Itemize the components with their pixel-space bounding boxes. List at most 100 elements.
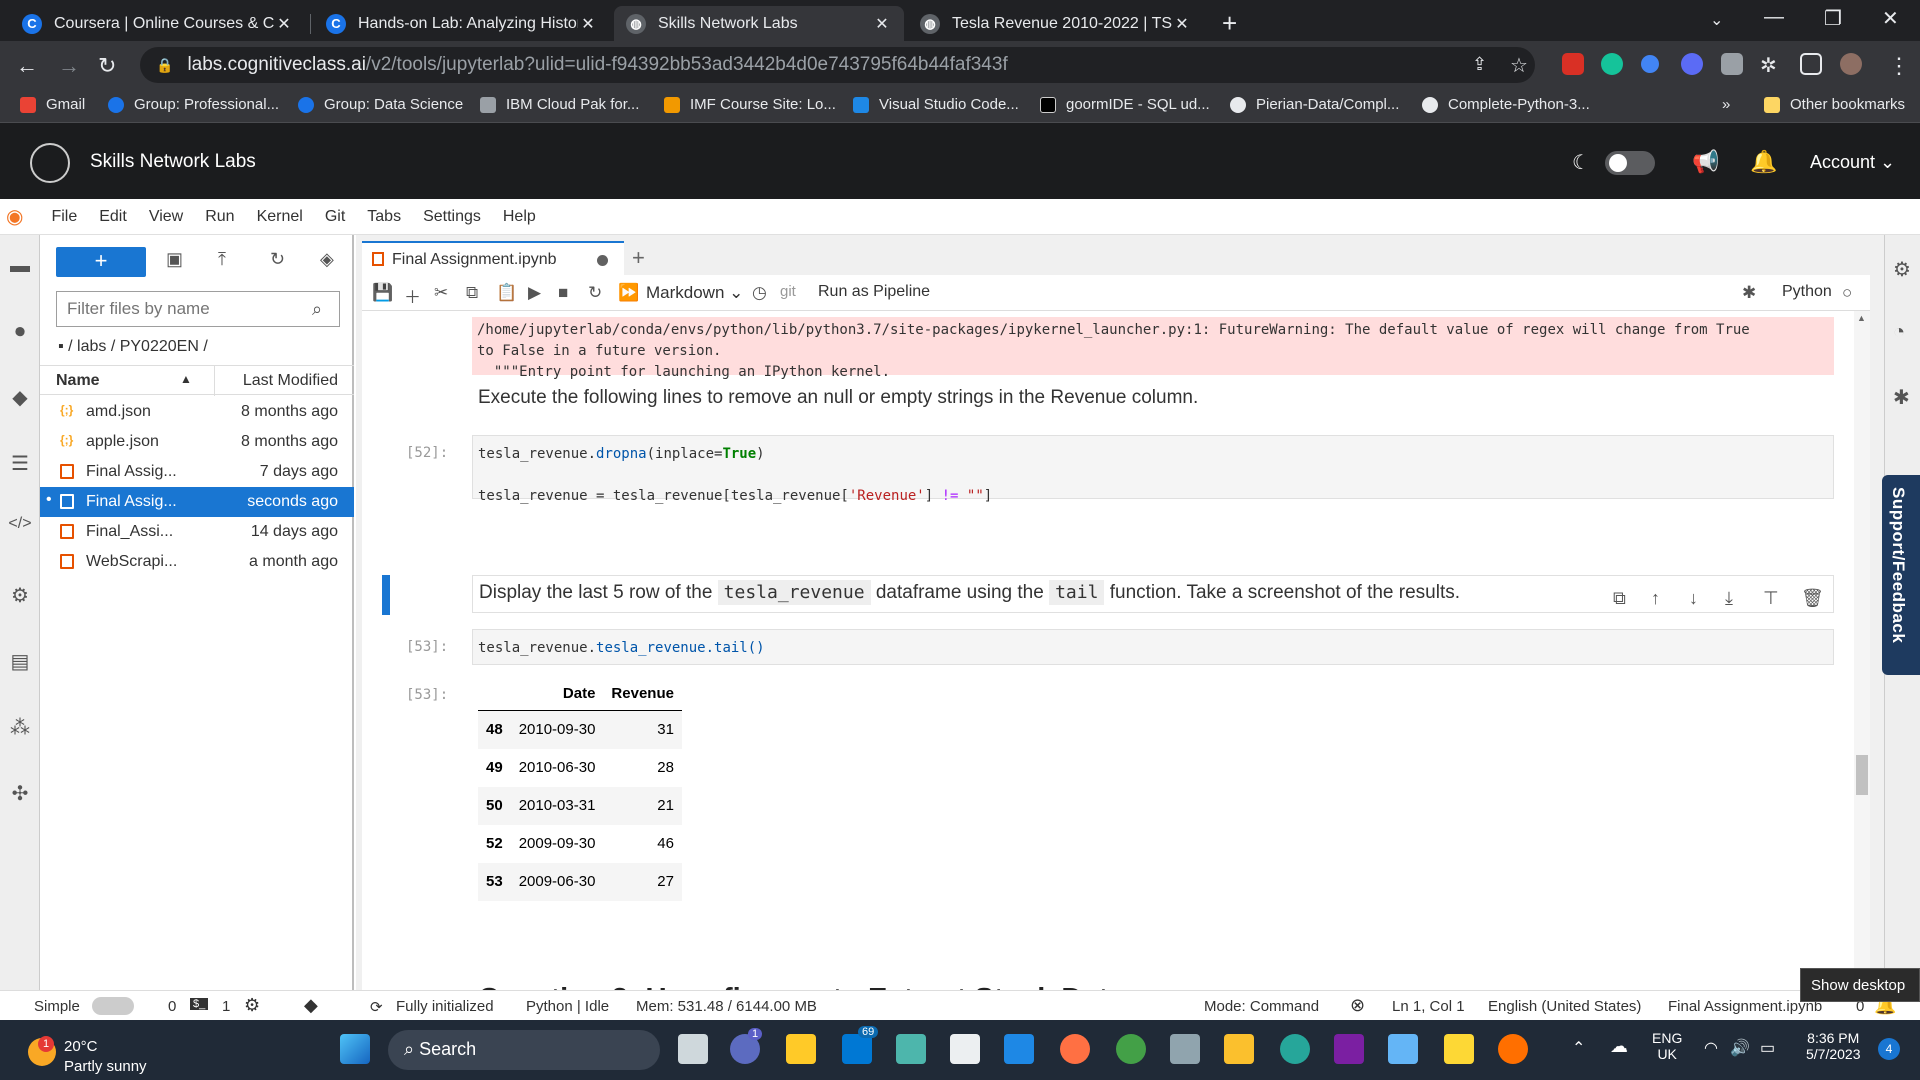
edge-icon[interactable] [1280, 1034, 1310, 1064]
close-icon[interactable]: ✕ [872, 14, 892, 34]
bell-icon[interactable]: 🔔 [1750, 149, 1777, 175]
profile-avatar[interactable] [1840, 53, 1862, 75]
more-bookmarks-button[interactable]: » [1722, 96, 1730, 113]
menu-file[interactable]: File [51, 208, 77, 226]
forward-icon[interactable]: → [58, 53, 80, 79]
paste-icon[interactable]: 📋 [496, 283, 517, 303]
app-icon[interactable] [1498, 1034, 1528, 1064]
browser-tab-hands-on-lab[interactable]: C Hands-on Lab: Analyzing Historic ✕ [314, 6, 610, 41]
minimize-button[interactable]: — [1764, 6, 1784, 29]
file-row[interactable]: Final Assig... 7 days ago [40, 457, 354, 487]
sticky-notes-icon[interactable] [1444, 1034, 1474, 1064]
menu-kernel[interactable]: Kernel [257, 208, 303, 226]
run-icon[interactable]: ▶ [528, 283, 541, 303]
file-row[interactable]: {;} amd.json 8 months ago [40, 397, 354, 427]
scroll-up-arrow-icon[interactable]: ▲ [1857, 313, 1866, 323]
extensions-puzzle-icon[interactable]: ✲ [1760, 53, 1777, 78]
insert-below-icon[interactable]: ⊤ [1763, 588, 1779, 609]
chevron-up-icon[interactable]: ⌃ [1572, 1038, 1585, 1058]
kernel-name[interactable]: Python [1782, 283, 1832, 301]
close-icon[interactable]: ✕ [1172, 14, 1192, 34]
copy-icon[interactable]: ⧉ [466, 283, 478, 303]
bookmark-gmail[interactable]: Gmail [20, 96, 85, 113]
name-column-header[interactable]: Name [56, 372, 100, 390]
refresh-icon[interactable]: ↻ [270, 249, 285, 270]
bookmark-imf[interactable]: IMF Course Site: Lo... [664, 96, 836, 113]
run-as-pipeline-button[interactable]: Run as Pipeline [818, 283, 930, 301]
bookmark-data-science[interactable]: Group: Data Science [298, 96, 463, 113]
language-indicator[interactable]: English (United States) [1488, 998, 1641, 1015]
snipping-tool-icon[interactable] [1388, 1034, 1418, 1064]
task-view-icon[interactable] [678, 1034, 708, 1064]
megaphone-icon[interactable]: 📢 [1692, 149, 1719, 175]
notification-center-badge[interactable]: 4 [1878, 1038, 1900, 1060]
selected-markdown-cell[interactable]: Display the last 5 row of the tesla_reve… [472, 575, 1834, 613]
share-icon[interactable]: ⇪ [1472, 54, 1487, 75]
maximize-button[interactable]: ❐ [1824, 6, 1842, 31]
property-gears-icon[interactable]: ⚙ [1893, 257, 1911, 282]
save-icon[interactable]: 💾 [372, 283, 393, 303]
language-switcher[interactable]: ENG UK [1652, 1030, 1682, 1062]
restart-icon[interactable]: ↻ [588, 283, 602, 303]
git-label[interactable]: git [780, 283, 796, 300]
clock-icon[interactable]: ◷ [752, 283, 767, 303]
menu-help[interactable]: Help [503, 208, 536, 226]
bookmark-goormide[interactable]: goormIDE - SQL ud... [1040, 96, 1210, 113]
kernel-gear-icon[interactable]: ⚙ [244, 995, 260, 1016]
bookmark-star-icon[interactable]: ☆ [1510, 53, 1528, 78]
reload-icon[interactable]: ↻ [98, 53, 116, 79]
mode-indicator[interactable]: Mode: Command [1204, 998, 1319, 1015]
menu-run[interactable]: Run [205, 208, 234, 226]
extension-icon[interactable] [1562, 53, 1584, 75]
cursor-position[interactable]: Ln 1, Col 1 [1392, 998, 1465, 1015]
mail-icon[interactable]: 69 [842, 1026, 879, 1064]
debug-bug-icon[interactable]: ✱ [1893, 385, 1910, 410]
chrome-icon[interactable] [1116, 1034, 1146, 1064]
git-clone-icon[interactable]: ◈ [320, 249, 334, 270]
dark-mode-toggle[interactable] [1605, 151, 1655, 175]
scrollbar-thumb[interactable] [1856, 755, 1868, 795]
insert-cell-icon[interactable]: ＋ [404, 283, 421, 308]
simple-mode-toggle[interactable] [92, 997, 134, 1015]
menu-edit[interactable]: Edit [99, 208, 127, 226]
bookmark-professional[interactable]: Group: Professional... [108, 96, 279, 113]
delete-cell-icon[interactable]: 🗑 [1801, 588, 1824, 609]
bookmark-vscode[interactable]: Visual Studio Code... [853, 96, 1019, 113]
move-down-icon[interactable]: ↓ [1689, 588, 1698, 609]
fast-forward-icon[interactable]: ⏩ [618, 283, 639, 303]
close-window-button[interactable]: ✕ [1882, 6, 1899, 31]
cut-icon[interactable]: ✂ [434, 283, 448, 303]
volume-icon[interactable]: 🔊 [1730, 1038, 1750, 1058]
toc-icon[interactable]: ☰ [8, 451, 32, 475]
onenote-icon[interactable] [1334, 1034, 1364, 1064]
menu-git[interactable]: Git [325, 208, 345, 226]
battery-icon[interactable]: ▭ [1760, 1038, 1775, 1058]
microsoft-store-icon[interactable] [950, 1034, 980, 1064]
kernel-status[interactable]: Python | Idle [526, 998, 609, 1015]
menu-dots-icon[interactable]: ⋮ [1888, 53, 1910, 79]
breadcrumb[interactable]: ▪ / labs / PY0220EN / [58, 338, 208, 356]
debugger-bug-icon[interactable]: ✱ [1742, 283, 1756, 303]
move-up-icon[interactable]: ↑ [1651, 588, 1660, 609]
gauge-icon[interactable]: ◔ [1893, 321, 1905, 344]
power-bi-icon[interactable] [1224, 1034, 1254, 1064]
side-panel-icon[interactable] [1800, 53, 1822, 75]
running-icon[interactable]: ⏺ [8, 321, 32, 345]
teams-chat-icon[interactable]: 1 [730, 1028, 763, 1064]
back-icon[interactable]: ← [16, 53, 38, 79]
stop-icon[interactable]: ■ [558, 283, 568, 303]
new-launcher-button[interactable]: + [56, 247, 146, 277]
insert-above-icon[interactable]: ⤓ [1725, 588, 1733, 609]
browser-tab-tesla-revenue[interactable]: ◍ Tesla Revenue 2010-2022 | TSLA | ✕ [908, 6, 1204, 41]
calculator-icon[interactable] [1170, 1034, 1200, 1064]
other-bookmarks-folder[interactable]: Other bookmarks [1764, 96, 1905, 113]
sort-asc-icon[interactable]: ▲ [180, 372, 192, 386]
close-icon[interactable]: ✕ [274, 14, 294, 34]
extension-icon[interactable] [1721, 53, 1743, 75]
code-cell[interactable]: tesla_revenue.tesla_revenue.tail() [472, 629, 1834, 665]
upload-icon[interactable]: ⤒ [218, 249, 226, 270]
new-tab-button[interactable]: + [1222, 8, 1237, 39]
code-icon[interactable]: </> [8, 515, 32, 539]
close-icon[interactable]: ✕ [578, 14, 598, 34]
code-cell[interactable]: tesla_revenue.dropna(inplace=True) tesla… [472, 435, 1834, 504]
